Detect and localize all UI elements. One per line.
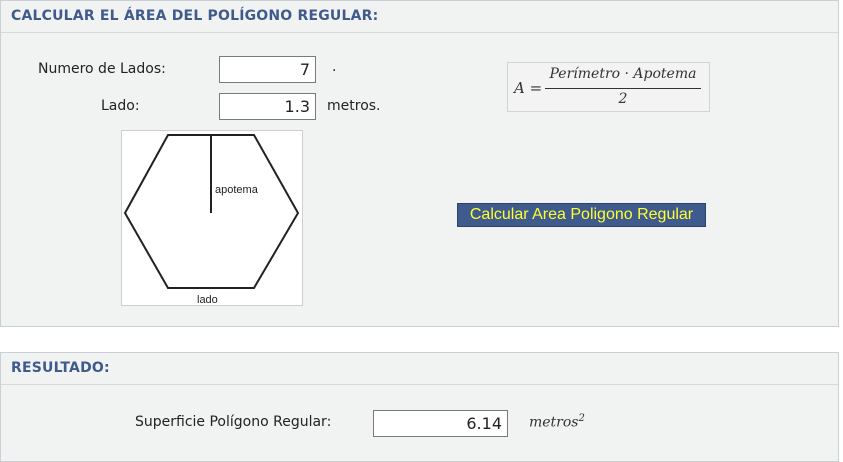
- formula-lhs: A =: [514, 79, 543, 97]
- polygon-diagram: apotema lado: [121, 130, 303, 306]
- result-section-title: RESULTADO:: [1, 353, 838, 385]
- calc-panel: CALCULAR EL ÁREA DEL POLÍGONO REGULAR: N…: [0, 0, 839, 327]
- unit-text: metros: [529, 414, 579, 431]
- unit-exponent: 2: [578, 413, 585, 424]
- area-formula: A = Perímetro · Apotema 2: [507, 62, 710, 112]
- calc-section-title: CALCULAR EL ÁREA DEL POLÍGONO REGULAR:: [1, 1, 838, 33]
- hexagon-illustration: apotema lado: [123, 134, 300, 306]
- sides-label: Numero de Lados:: [38, 61, 166, 77]
- formula-denominator: 2: [618, 91, 628, 107]
- lado-label: lado: [197, 294, 218, 305]
- surface-unit: metros2: [529, 413, 585, 431]
- fraction-bar: [545, 88, 701, 89]
- sides-input[interactable]: [219, 56, 316, 83]
- side-input[interactable]: [219, 93, 316, 120]
- side-unit: metros.: [327, 98, 381, 114]
- surface-label: Superficie Polígono Regular:: [135, 414, 332, 430]
- sides-suffix: .: [332, 59, 337, 75]
- result-panel: RESULTADO: Superficie Polígono Regular: …: [0, 352, 839, 462]
- apotema-label: apotema: [215, 184, 259, 196]
- side-label: Lado:: [101, 98, 140, 114]
- surface-output[interactable]: [373, 410, 508, 437]
- formula-numerator: Perímetro · Apotema: [549, 66, 697, 82]
- calculate-area-button[interactable]: Calcular Area Poligono Regular: [457, 203, 706, 227]
